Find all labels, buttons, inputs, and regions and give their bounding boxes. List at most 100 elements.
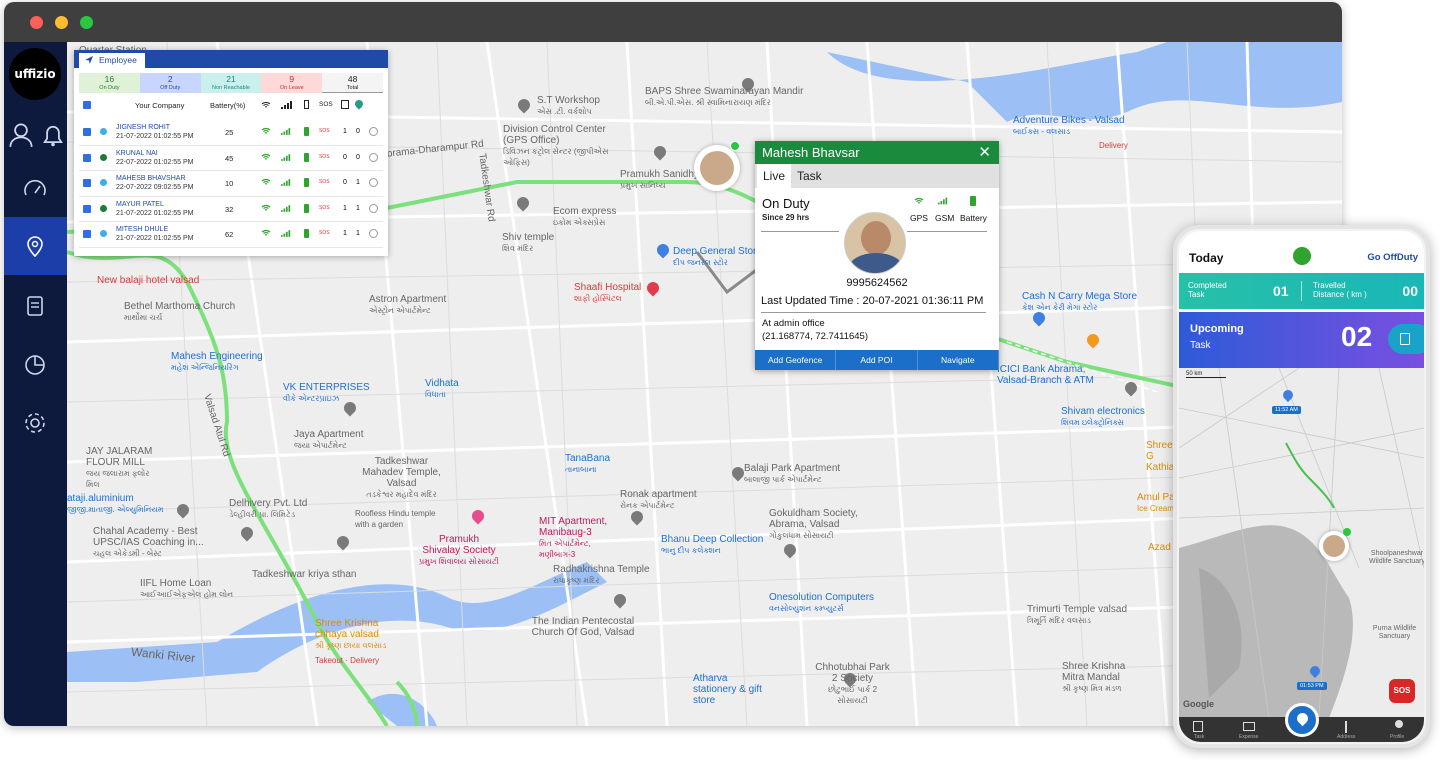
app-logo[interactable]: uffizio	[9, 48, 61, 100]
employee-time: 21-07-2022 01:02:55 PM	[116, 133, 194, 140]
row-action-icon[interactable]	[369, 203, 378, 213]
map-label: Tadkeshwar kriya sthan	[252, 569, 357, 580]
wifi-icon	[261, 204, 271, 211]
map-label: Shoolpaneshwar Wildlife Sanctuary	[1368, 550, 1424, 565]
live-location-button[interactable]	[1285, 703, 1319, 737]
employee-avatar	[844, 212, 906, 274]
tab-task[interactable]: Task	[791, 164, 828, 188]
employee-row[interactable]: MITESH DHULE 21-07-2022 01:02:55 PM 62 S…	[79, 222, 383, 248]
row-checkbox[interactable]	[83, 153, 91, 162]
mobile-map[interactable]: 50 km 11:52 AM Shoolpaneshwar Wildlife S…	[1179, 368, 1424, 718]
maximize-window-button[interactable]	[80, 16, 93, 29]
chart-icon[interactable]	[22, 352, 48, 378]
upcoming-task-card[interactable]: Upcoming Task 02	[1179, 312, 1424, 368]
employee-name[interactable]: MAHESB BHAVSHAR	[116, 174, 186, 183]
map-label: ICICI Bank Abrama, Valsad-Branch & ATM	[997, 364, 1094, 386]
sos-indicator: SOS	[319, 204, 330, 211]
row-count-2: 0	[356, 153, 360, 161]
expense-icon[interactable]	[1243, 722, 1255, 731]
status-dot	[100, 128, 107, 135]
employee-row[interactable]: MAHESB BHAVSHAR 22-07-2022 09:02:55 PM 1…	[79, 171, 383, 197]
row-checkbox[interactable]	[83, 230, 91, 238]
avatar[interactable]	[1293, 247, 1311, 265]
google-logo: Google	[1183, 699, 1214, 709]
profile-icon[interactable]	[1395, 720, 1403, 728]
row-checkbox[interactable]	[83, 128, 91, 136]
row-action-icon[interactable]	[369, 178, 378, 187]
map-label: Shree Krishna chhaya valsad શ્રી કૃષ્ણ છા…	[315, 618, 387, 650]
sos-indicator: SOS	[319, 230, 330, 236]
add-poi-button[interactable]: Add POI	[836, 350, 918, 370]
tab-employee[interactable]: Employee	[79, 53, 145, 68]
row-count-2: 1	[356, 230, 360, 237]
task-icon[interactable]	[1193, 721, 1203, 732]
row-count-2: 1	[356, 179, 360, 186]
count-on-duty[interactable]: 16 On Duty	[79, 73, 140, 93]
row-checkbox[interactable]	[83, 204, 91, 213]
gsm-signal-icon	[938, 197, 948, 205]
count-total[interactable]: 48 Total	[322, 73, 383, 93]
sos-button[interactable]: SOS	[1389, 679, 1415, 703]
employee-phone[interactable]: 9995624562	[755, 277, 999, 289]
settings-icon[interactable]	[22, 410, 48, 436]
row-count-1: 0	[343, 179, 347, 186]
tab-live[interactable]: Live	[757, 164, 792, 188]
clipboard-icon[interactable]	[1388, 324, 1424, 354]
employee-panel: Employee 16 On Duty 2 Off Duty 21 Non Reach…	[74, 50, 388, 256]
user-icon[interactable]	[8, 122, 34, 148]
divider	[761, 312, 986, 313]
minimize-window-button[interactable]	[55, 16, 68, 29]
map-label: Adventure Bikes - Valsad બાઈક્સ - વલસાડ	[1013, 115, 1125, 136]
employee-name[interactable]: JIGNESH ROHIT	[116, 123, 170, 132]
map-label: Bethel Marthoma Church માર્થોમા ચર્ચ	[124, 301, 236, 322]
map-label: Shree Krishna Mitra Mandal શ્રી કૃષ્ણ મિત…	[1062, 661, 1126, 693]
bell-icon[interactable]	[40, 122, 66, 148]
employee-info-popup: Mahesh Bhavsar ✕ Live Task On Duty Since…	[755, 141, 999, 370]
employee-row[interactable]: KRUNAL NAI 22-07-2022 01:02:55 PM 45 SOS…	[79, 146, 383, 171]
map-label: TanaBana તાનાબાના	[565, 453, 611, 474]
employee-map-marker[interactable]	[1319, 528, 1351, 561]
row-count-1: 1	[343, 204, 347, 212]
count-off-duty[interactable]: 2 Off Duty	[139, 73, 201, 93]
employee-map-marker[interactable]	[694, 141, 740, 191]
employee-row[interactable]: JIGNESH ROHIT 21-07-2022 01:02:55 PM 25 …	[79, 120, 383, 146]
speedometer-icon[interactable]	[22, 176, 48, 202]
map-label: VK ENTERPRISES વીકે એન્ટરપ્રાઇઝ	[283, 382, 370, 403]
map-label: S.T Workshop એસ .ટી. વર્કશોપ	[537, 95, 600, 116]
employee-name[interactable]: MAYUR PATEL	[116, 200, 164, 209]
select-all-checkbox[interactable]	[83, 101, 91, 109]
address-icon[interactable]	[1345, 721, 1347, 733]
row-count-1: 1	[343, 128, 347, 135]
close-icon[interactable]: ✕	[978, 141, 991, 164]
employee-name[interactable]: KRUNAL NAI	[116, 149, 158, 158]
report-icon[interactable]	[22, 293, 48, 319]
nav-address-label: Address	[1337, 734, 1356, 740]
go-offduty-button[interactable]: Go OffDuty	[1367, 252, 1418, 263]
employee-time: 22-07-2022 09:02:55 PM	[116, 184, 194, 191]
location-name: At admin office	[762, 318, 825, 329]
close-window-button[interactable]	[30, 16, 43, 29]
map-label: Trimurti Temple valsad ત્રિમૂર્તિ મંદિર વ…	[1027, 604, 1128, 625]
employee-row[interactable]: MAYUR PATEL 21-07-2022 01:02:55 PM 32 SO…	[79, 197, 383, 222]
employee-name[interactable]: MITESH DHULE	[116, 225, 168, 234]
location-icon[interactable]	[22, 234, 48, 260]
row-action-icon[interactable]	[369, 152, 378, 162]
location-pin-icon	[353, 98, 365, 110]
count-non-reachable[interactable]: 21 Non Reachable	[200, 73, 262, 93]
map-label: Cash N Carry Mega Store કેશ એન કેરી મેગા …	[1022, 291, 1138, 312]
checkpoint-time: 01:53 PM	[1297, 682, 1327, 690]
nav-profile-label: Profile	[1390, 734, 1405, 740]
task-stats: Completed Task 01 Travelled Distance ( km …	[1179, 273, 1424, 309]
row-checkbox[interactable]	[83, 179, 91, 187]
row-count-2: 1	[356, 204, 360, 212]
status-dot	[100, 179, 107, 186]
nav-task-label: Task	[1194, 734, 1205, 740]
map-label: MIT Apartment, Manibaug-3 મિત એપાર્ટમેન્ટ…	[539, 516, 608, 559]
row-count-2: 0	[356, 128, 360, 135]
navigate-button[interactable]: Navigate	[918, 350, 999, 370]
row-action-icon[interactable]	[369, 229, 378, 238]
report-icon	[341, 100, 349, 109]
row-action-icon[interactable]	[369, 127, 378, 136]
count-on-leave[interactable]: 9 On Leave	[261, 73, 323, 93]
add-geofence-button[interactable]: Add Geofence	[755, 350, 837, 370]
